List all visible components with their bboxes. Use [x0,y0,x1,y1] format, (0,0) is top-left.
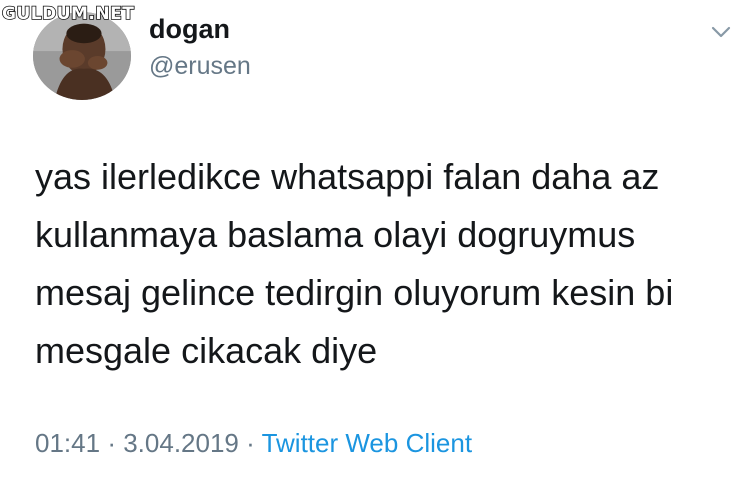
tweet-line: mesgale cikacak diye [35,330,378,371]
display-name[interactable]: dogan [149,14,230,45]
tweet-text: yas ilerledikce whatsappi falan daha az … [35,148,735,380]
tweet-date[interactable]: 3.04.2019 [123,428,239,458]
tweet-line: yas ilerledikce whatsappi falan daha az [35,156,660,197]
tweet-line: kullanmaya baslama olayi dogruymus [35,214,636,255]
meta-separator: · [246,428,255,458]
meta-separator: · [107,428,116,458]
tweet-meta: 01:41 · 3.04.2019 · Twitter Web Client [35,428,472,459]
user-handle[interactable]: @erusen [149,52,251,81]
avatar[interactable] [33,12,131,100]
tweet-source-link[interactable]: Twitter Web Client [262,428,472,458]
tweet-time[interactable]: 01:41 [35,428,100,458]
watermark-logo: GULDUM.NET [1,3,135,25]
tweet-line: mesaj gelince tedirgin oluyorum kesin bi [35,272,674,313]
chevron-down-icon[interactable] [710,24,732,40]
profile-photo [33,12,131,100]
